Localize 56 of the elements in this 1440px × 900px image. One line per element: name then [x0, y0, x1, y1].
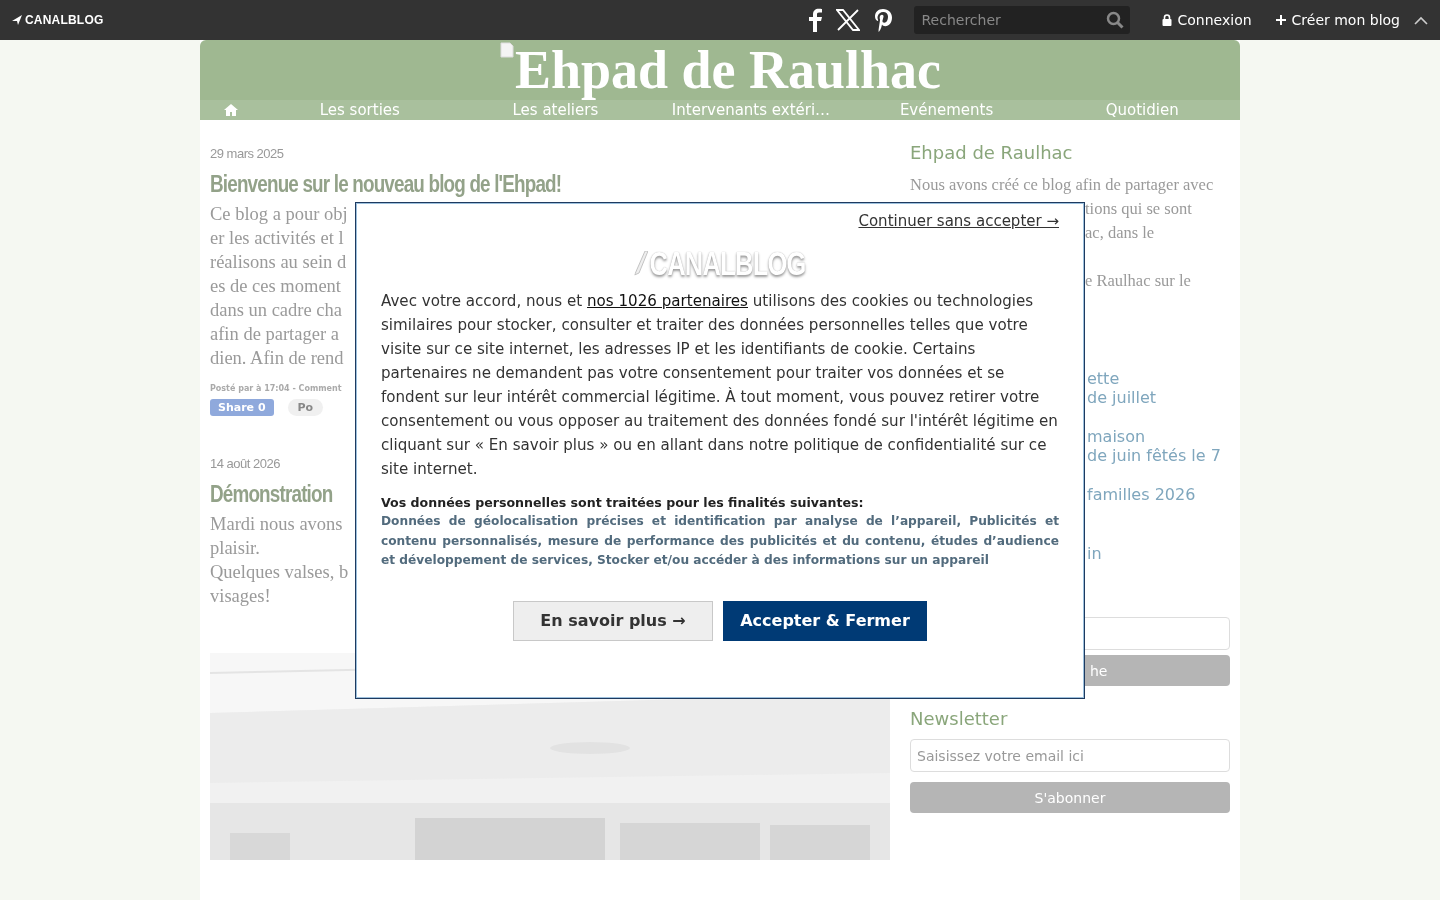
- post-title[interactable]: Bienvenue sur le nouveau blog de l'Ehpad!: [210, 171, 562, 198]
- post-text-line: plaisir.: [210, 537, 260, 560]
- post-text-line: er les activités et l: [210, 227, 344, 250]
- login-link[interactable]: Connexion: [1177, 12, 1252, 28]
- search-field[interactable]: Rechercher: [913, 6, 1130, 34]
- post-text-line: réalisons au sein d: [210, 251, 347, 274]
- blog-title[interactable]: Ehpad de Raulhac: [514, 40, 942, 100]
- subscribe-button[interactable]: S'abonner: [910, 782, 1230, 813]
- nav-link[interactable]: Les sorties: [262, 101, 458, 119]
- sidebar-link[interactable]: maison de juin fêtés le 7: [1087, 427, 1221, 465]
- sidebar-text-line: tions qui se sont: [1085, 198, 1192, 220]
- newsletter-title: Newsletter: [910, 708, 1008, 729]
- post-date: 14 août 2026: [210, 456, 280, 471]
- sidebar-link[interactable]: in: [1087, 544, 1102, 563]
- sidebar-link[interactable]: familles 2026: [1087, 485, 1196, 504]
- sidebar-title: Ehpad de Raulhac: [910, 142, 1073, 163]
- chevron-up-icon[interactable]: [1414, 15, 1428, 25]
- post-text-line: visages!: [210, 585, 271, 608]
- create-blog-link[interactable]: Créer mon blog: [1291, 12, 1400, 28]
- nav-link[interactable]: Les ateliers: [457, 101, 654, 119]
- pinterest-icon[interactable]: [873, 8, 892, 32]
- lock-icon: [1161, 14, 1172, 26]
- canalblog-logo[interactable]: CANALBLOG: [12, 13, 104, 27]
- post-text-line: Ce blog a pour obj: [210, 203, 348, 226]
- nav-link[interactable]: Quotidien: [1044, 101, 1240, 119]
- sidebar-text-line: ac, dans le: [1085, 222, 1155, 244]
- sidebar-text-line: Nous avons créé ce blog afin de partager avec: [910, 174, 1214, 196]
- search-input[interactable]: Rechercher: [919, 11, 1106, 29]
- x-icon[interactable]: [835, 9, 860, 31]
- facebook-icon[interactable]: [807, 8, 822, 32]
- purposes-text: Données de géolocalisation précises et identification par analyse de l’appareil, Publicités et contenu personnalisés, mesure de performance des publicités et du contenu, études d’audience et développement de services, Stocker et/ou accéder à des informations sur un appareil: [381, 513, 1059, 569]
- nav-link[interactable]: Evénements: [848, 101, 1045, 119]
- post-text-line: Quelques valses, b: [210, 561, 349, 584]
- partners-link[interactable]: nos 1026 partenaires: [587, 292, 748, 310]
- post-text-line: Mardi nous avons: [210, 513, 343, 536]
- post-title[interactable]: Démonstration: [210, 481, 333, 508]
- post-text-line: dien. Afin de rend: [210, 347, 344, 370]
- learn-more-button[interactable]: En savoir plus →: [513, 600, 713, 641]
- plus-icon: [1275, 15, 1286, 25]
- post-text-line: es de ces moment: [210, 275, 341, 298]
- post-date: 29 mars 2025: [210, 146, 284, 161]
- email-input[interactable]: Saisissez votre email ici: [910, 739, 1230, 772]
- post-text-line: afin de partager a: [210, 323, 339, 346]
- post-meta: Posté par à 17:04 - Comment: [210, 384, 342, 393]
- search-icon[interactable]: [1105, 11, 1124, 29]
- consent-text: Avec votre accord, nous et nos 1026 partenaires utilisons des cookies ou technologies similaires pour stocker, consulter et traiter des données personnelles telles que votre visite sur ce site internet, les adresses IP et les identifiants de cookie. Certains partenaires ne demandent pas votre consentement pour traiter vos données et se fondent sur leur intérêt commercial légitime. À tout moment, vous pouvez retirer votre consentement ou vous opposer au traitement des données fondé sur l'intérêt légitime en cliquant sur « En savoir plus » ou en allant dans notre politique de confidentialité sur ce site internet.: [381, 291, 1059, 480]
- purposes-heading: Vos données personnelles sont traitées pour les finalités suivantes:: [381, 495, 865, 510]
- sidebar-text-line: e Raulhac sur le: [1085, 270, 1191, 292]
- broken-image-icon: [498, 42, 515, 58]
- accept-button[interactable]: Accepter & Fermer: [723, 600, 927, 641]
- sidebar-link[interactable]: ette de juillet: [1087, 369, 1157, 407]
- continue-without-accepting-link[interactable]: Continuer sans accepter →: [858, 212, 1059, 230]
- facebook-share-button[interactable]: Share 0: [210, 399, 274, 416]
- post-text-line: dans un cadre cha: [210, 299, 342, 322]
- x-post-button[interactable]: Po: [287, 399, 324, 416]
- nav-link[interactable]: Intervenants extéri…: [653, 101, 849, 119]
